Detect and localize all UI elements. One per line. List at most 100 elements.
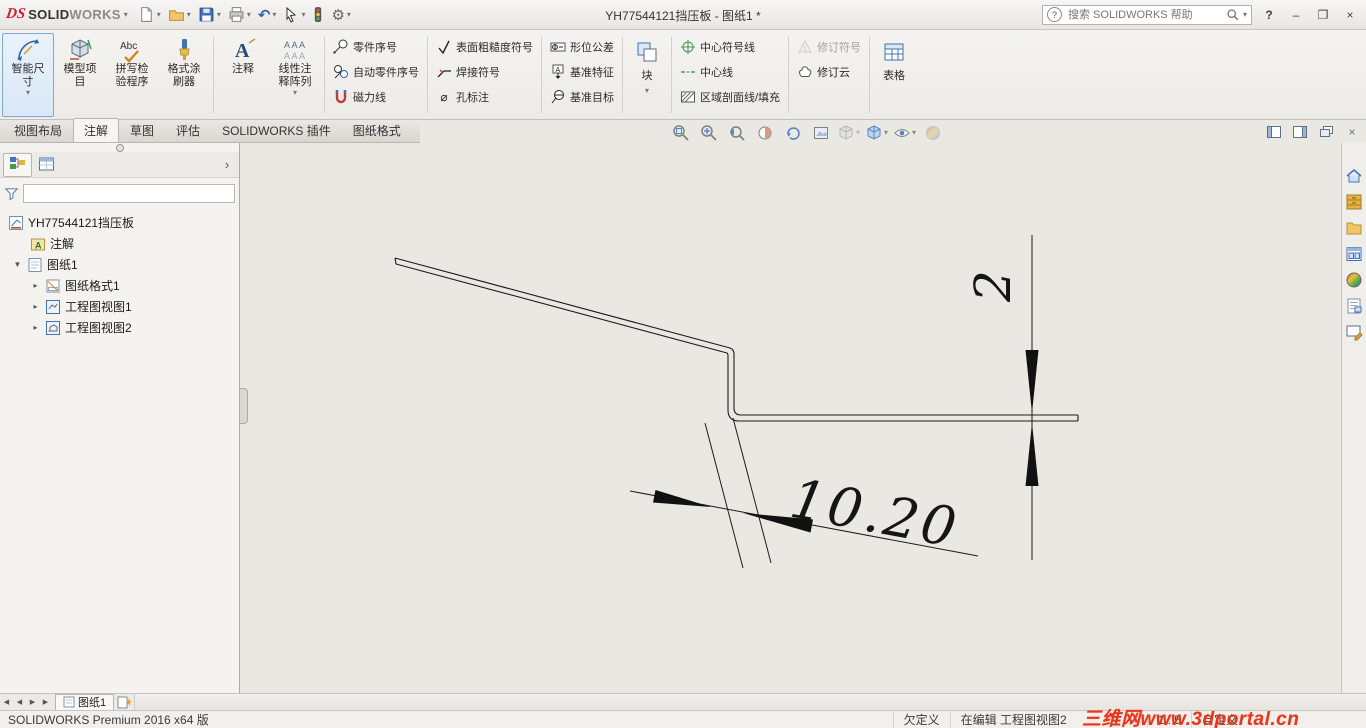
expander-open-icon[interactable]: ▼ <box>12 260 23 269</box>
open-button[interactable]: ▾ <box>165 3 194 27</box>
revision-cloud-button[interactable]: 修订云 <box>792 60 866 84</box>
restore-document-button[interactable] <box>1318 124 1334 140</box>
next-sheet-button[interactable]: ▶ <box>26 698 39 706</box>
hole-callout-button[interactable]: ⌀ 孔标注 <box>431 85 538 109</box>
sheet-tab-sheet1[interactable]: 图纸1 <box>55 693 115 711</box>
geometric-tolerance-button[interactable]: 形位公差 <box>545 35 619 59</box>
design-library-button[interactable] <box>1344 191 1365 212</box>
rotate-view-button[interactable] <box>780 122 805 144</box>
rebuild-button[interactable] <box>309 3 327 27</box>
tab-evaluate[interactable]: 评估 <box>165 118 211 142</box>
zoom-area-button[interactable] <box>696 122 721 144</box>
area-hatch-button[interactable]: 区域剖面线/填充 <box>675 85 785 109</box>
eye-icon <box>893 124 911 142</box>
custom-properties-button[interactable] <box>1344 295 1365 316</box>
center-mark-icon <box>680 39 696 55</box>
search-icon[interactable] <box>1226 8 1239 21</box>
close-document-button[interactable]: × <box>1344 124 1360 140</box>
spell-checker-button[interactable]: Abc 拼写检验程序 <box>106 33 158 117</box>
previous-view-button[interactable] <box>724 122 749 144</box>
search-caret-icon[interactable]: ▾ <box>1243 10 1247 19</box>
surface-finish-button[interactable]: 表面粗糙度符号 <box>431 35 538 59</box>
panel-expand-chevron[interactable]: › <box>218 157 236 172</box>
options-button[interactable]: ⚙ ▾ <box>328 3 353 27</box>
expander-closed-icon[interactable]: ▸ <box>30 302 41 311</box>
dimension-thickness[interactable] <box>1025 235 1039 560</box>
ribbon-separator <box>788 37 790 113</box>
brand-caret-icon[interactable]: ▾ <box>124 10 128 19</box>
home-button[interactable] <box>1344 165 1365 186</box>
appearances-button[interactable] <box>1344 269 1365 290</box>
minimize-button[interactable]: – <box>1286 5 1306 25</box>
tab-sketch[interactable]: 草图 <box>119 118 165 142</box>
panel-grip-row[interactable] <box>0 143 239 152</box>
undo-button[interactable]: ↶ ▾ <box>255 3 280 27</box>
tree-filter-input[interactable] <box>23 184 235 203</box>
file-explorer-button[interactable] <box>1344 217 1365 238</box>
tree-drawing-view2-row[interactable]: ▸ 工程图视图2 <box>0 317 239 338</box>
appearance-ball-icon <box>924 124 942 142</box>
linear-note-pattern-button[interactable]: A A AA A A 线性注释阵列 ▾ <box>269 33 321 117</box>
tab-view-layout[interactable]: 视图布局 <box>3 118 73 142</box>
tree-drawing-view1-row[interactable]: ▸ 工程图视图1 <box>0 296 239 317</box>
prev-sheet-button[interactable]: ◀ <box>13 698 26 706</box>
weld-symbol-button[interactable]: 焊接符号 <box>431 60 538 84</box>
search-input[interactable] <box>1066 7 1222 22</box>
datum-feature-button[interactable]: A 基准特征 <box>545 60 619 84</box>
tree-root-row[interactable]: YH77544121挡压板 <box>0 212 239 233</box>
display-manager-tab[interactable] <box>32 153 61 177</box>
pane-left-toggle[interactable] <box>1266 124 1282 140</box>
tab-annotation[interactable]: 注解 <box>73 118 120 142</box>
expander-closed-icon[interactable]: ▸ <box>30 323 41 332</box>
tree-sheet-format-row[interactable]: ▸ 图纸格式1 <box>0 275 239 296</box>
section-view-button[interactable] <box>752 122 777 144</box>
forum-button[interactable] <box>1344 321 1365 342</box>
select-cursor-icon <box>283 6 299 23</box>
print-button[interactable]: ▾ <box>225 3 254 27</box>
feature-tree-tab[interactable] <box>3 152 32 177</box>
view-palette-button[interactable] <box>1344 243 1365 264</box>
add-sheet-button[interactable] <box>114 695 134 710</box>
select-button[interactable]: ▾ <box>280 3 308 27</box>
note-button[interactable]: A 注释 <box>217 33 269 117</box>
command-tab-bar: 视图布局 注解 草图 评估 SOLIDWORKS 插件 图纸格式 <box>0 118 420 143</box>
zoom-fit-button[interactable] <box>668 122 693 144</box>
surface-finish-icon <box>436 39 452 55</box>
sheet-icon <box>27 257 43 273</box>
expander-closed-icon[interactable]: ▸ <box>30 281 41 290</box>
blocks-button[interactable]: 块 ▾ <box>626 33 668 117</box>
help-button[interactable]: ? <box>1259 5 1279 25</box>
edit-appearance-button[interactable] <box>920 122 945 144</box>
filter-funnel-icon[interactable] <box>4 186 19 201</box>
close-button[interactable]: × <box>1340 5 1360 25</box>
pan-view-button[interactable] <box>808 122 833 144</box>
datum-target-button[interactable]: 基准目标 <box>545 85 619 109</box>
graphics-area[interactable]: 10.20 2 ▾ ▾ ▾ <box>240 120 1341 693</box>
view-orientation-button[interactable]: ▾ <box>836 122 861 144</box>
search-box[interactable]: ? ▾ <box>1042 4 1252 25</box>
first-sheet-button[interactable]: ◀ <box>0 698 13 706</box>
centerline-button[interactable]: 中心线 <box>675 60 785 84</box>
pane-right-toggle[interactable] <box>1292 124 1308 140</box>
tree-sheet1-row[interactable]: ▼ 图纸1 <box>0 254 239 275</box>
format-painter-button[interactable]: 格式涂刷器 <box>158 33 210 117</box>
display-style-button[interactable]: ▾ <box>864 122 889 144</box>
dimension-width-value[interactable]: 10.20 <box>786 467 964 560</box>
tables-button[interactable]: 表格 <box>873 33 915 117</box>
hide-show-items-button[interactable]: ▾ <box>892 122 917 144</box>
dimension-thickness-value[interactable]: 2 <box>964 270 1022 303</box>
auto-balloon-button[interactable]: 自动零件序号 <box>328 60 424 84</box>
balloon-button[interactable]: 零件序号 <box>328 35 424 59</box>
tab-addins[interactable]: SOLIDWORKS 插件 <box>211 118 342 142</box>
magnetic-line-button[interactable]: 磁力线 <box>328 85 424 109</box>
tab-sheet-format[interactable]: 图纸格式 <box>342 118 412 142</box>
smart-dimension-button[interactable]: 智能尺寸 ▾ <box>2 33 54 117</box>
tree-annotations-row[interactable]: A 注解 <box>0 233 239 254</box>
last-sheet-button[interactable]: ▶ <box>39 698 52 706</box>
new-document-button[interactable]: ▾ <box>135 3 164 27</box>
save-button[interactable]: ▾ <box>195 3 224 27</box>
model-items-button[interactable]: 模型项目 <box>54 33 106 117</box>
maximize-button[interactable]: ❐ <box>1313 5 1333 25</box>
panel-splitter-grip[interactable] <box>240 388 248 424</box>
center-mark-button[interactable]: 中心符号线 <box>675 35 785 59</box>
